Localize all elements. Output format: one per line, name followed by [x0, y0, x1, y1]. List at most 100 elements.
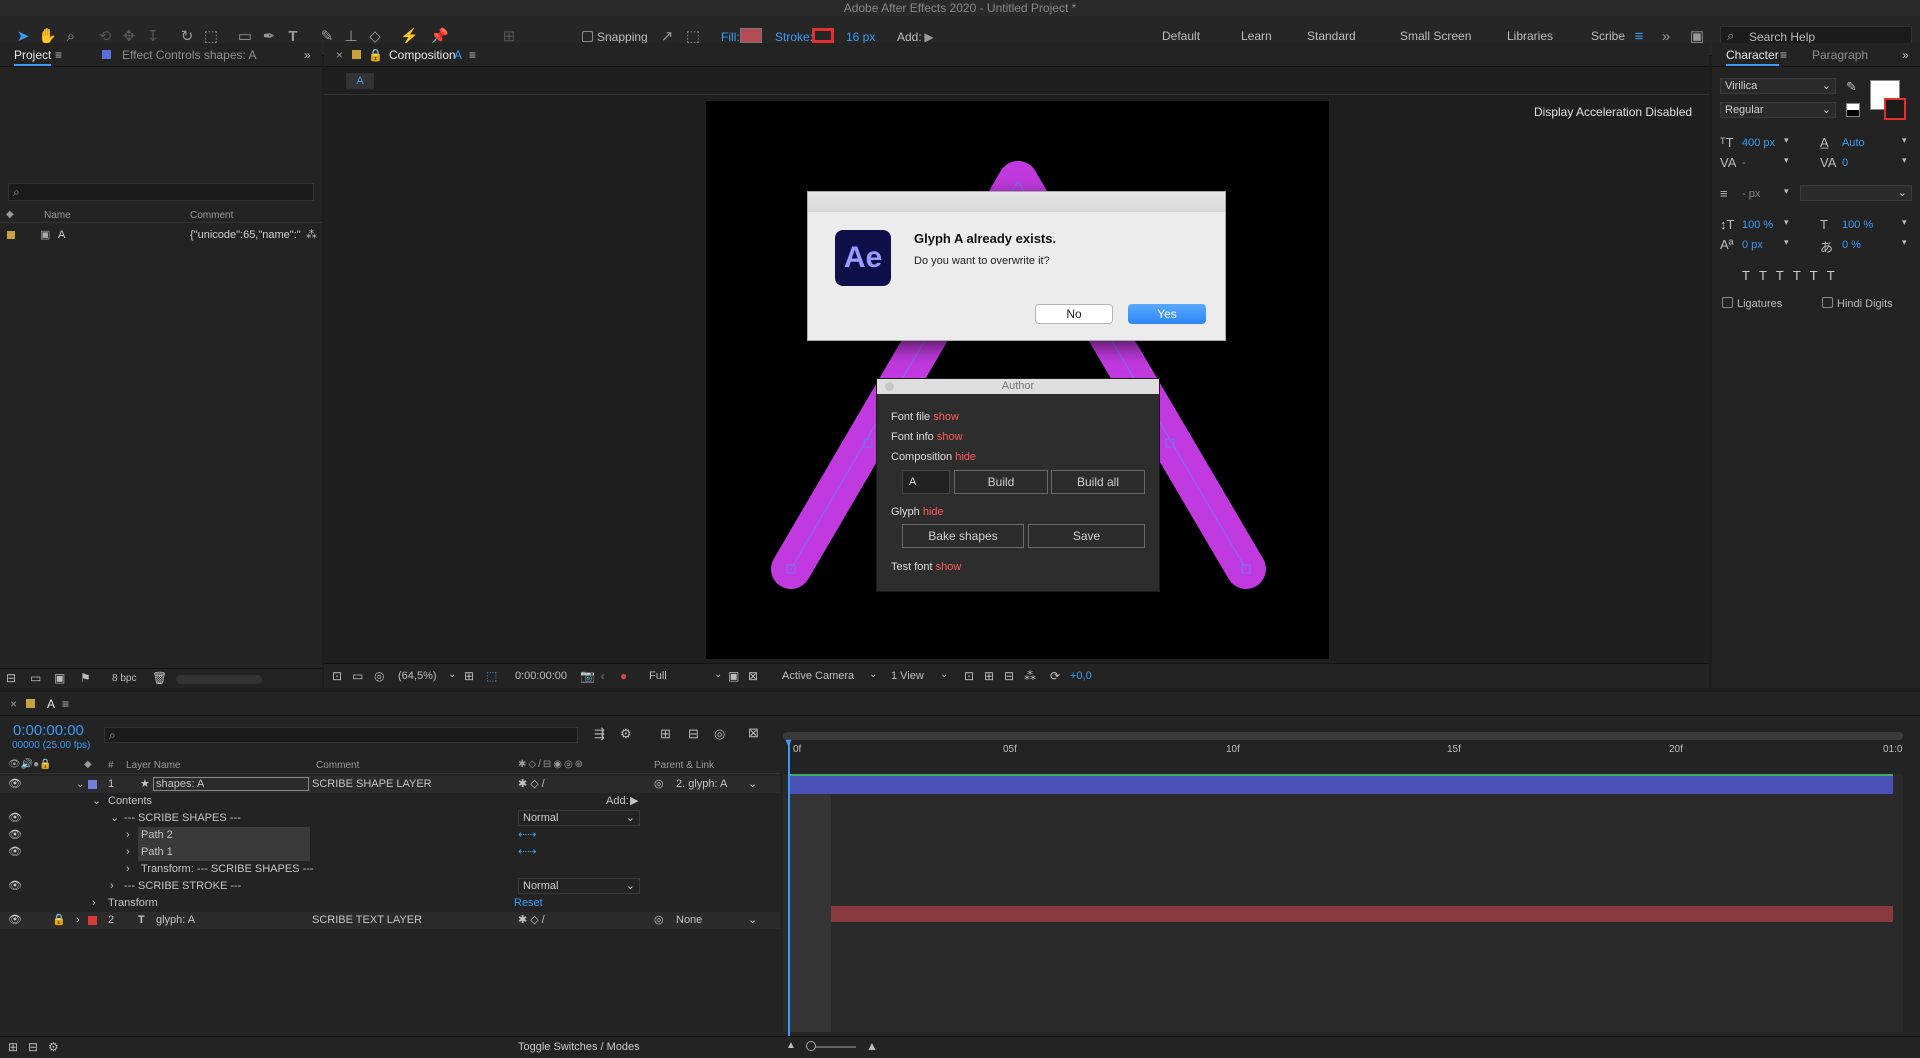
lock-icon[interactable]: 🔒 — [368, 48, 383, 62]
layer-name[interactable]: shapes: A — [153, 777, 309, 791]
visibility-eye-icon[interactable]: 👁 — [8, 912, 22, 929]
flowchart-icon[interactable]: ⁂ — [306, 228, 317, 241]
playhead-marker-icon[interactable]: ▼ — [783, 737, 794, 749]
transform-row[interactable]: › Transform Reset — [0, 895, 780, 912]
yes-button[interactable]: Yes — [1128, 304, 1206, 324]
lock-icon[interactable]: 🔒 — [52, 912, 66, 929]
close-icon[interactable] — [885, 382, 894, 391]
zoom-slider-thumb[interactable] — [806, 1041, 816, 1051]
expand-chevron-icon[interactable]: › — [76, 912, 80, 929]
exposure-reset-icon[interactable]: ⟳ — [1050, 669, 1060, 683]
stroke-style-dropdown[interactable]: ⌄ — [1800, 185, 1912, 201]
build-button[interactable]: Build — [954, 470, 1048, 494]
path2-row[interactable]: 👁 › Path 2 ⇠⇢ — [0, 827, 780, 844]
timeline-timecode[interactable]: 0:00:00:00 — [13, 722, 84, 739]
workspace-small-screen[interactable]: Small Screen — [1400, 29, 1471, 43]
font-family-dropdown[interactable]: Virilica ⌄ — [1720, 78, 1836, 94]
magnification-dropdown[interactable]: (64,5%) — [398, 670, 437, 682]
toggle-pixel-icon[interactable]: ⊡ — [964, 669, 974, 683]
interpret-footage-icon[interactable]: ⊟ — [6, 671, 16, 685]
pickwhip-icon[interactable]: ◎ — [654, 912, 664, 929]
workspace-default[interactable]: Default — [1162, 29, 1200, 43]
comp-breadcrumb[interactable]: A — [346, 73, 374, 89]
tab-paragraph[interactable]: Paragraph — [1812, 48, 1868, 62]
tsume-value[interactable]: 0 % — [1842, 239, 1861, 251]
transparency-grid-icon[interactable]: ⊠ — [748, 669, 758, 683]
tab-composition[interactable]: Composition — [389, 48, 456, 62]
expand-chevron-icon[interactable]: › — [92, 895, 96, 912]
transform-shapes-row[interactable]: › Transform: --- SCRIBE SHAPES --- — [0, 861, 780, 878]
test-font-toggle[interactable]: show — [936, 561, 962, 573]
project-search-input[interactable]: ⌕ — [8, 183, 314, 201]
column-parent[interactable]: Parent & Link — [654, 760, 714, 771]
region-icon[interactable]: ▣ — [728, 669, 739, 683]
toggle-switches-modes-button[interactable]: Toggle Switches / Modes — [518, 1041, 640, 1053]
delete-icon[interactable]: 🗑 — [152, 671, 167, 685]
timeline-icon[interactable]: ⊟ — [1004, 669, 1014, 683]
show-snapshot-icon[interactable]: ◐ — [600, 669, 607, 683]
workspace-standard[interactable]: Standard — [1307, 29, 1356, 43]
layer2-bar[interactable] — [789, 906, 1893, 922]
shy-icon[interactable]: ⊞ — [660, 726, 671, 742]
font-style-dropdown[interactable]: Regular ⌄ — [1720, 102, 1836, 118]
workspace-libraries[interactable]: Libraries — [1507, 29, 1553, 43]
playhead[interactable] — [788, 740, 790, 1040]
expand-chevron-icon[interactable]: ⌄ — [92, 793, 101, 810]
kerning-value[interactable]: - — [1742, 157, 1746, 169]
horizontal-scale-value[interactable]: 100 % — [1842, 219, 1873, 231]
panel-expand-icon[interactable]: » — [1902, 48, 1909, 62]
work-area-bar[interactable] — [783, 732, 1903, 740]
layer-row-1[interactable]: 👁 ⌄ 1 ★ shapes: A SCRIBE SHAPE LAYER ✱◇/… — [0, 776, 780, 793]
close-tab-icon[interactable]: × — [336, 48, 343, 62]
scribe-stroke-row[interactable]: 👁 › --- SCRIBE STROKE --- Normal ⌄ — [0, 878, 780, 895]
tab-timeline[interactable]: A — [47, 697, 55, 711]
composition-name-input[interactable]: A — [902, 470, 950, 494]
workspace-scribe[interactable]: Scribe — [1591, 29, 1625, 43]
timeline-menu-icon[interactable]: ≡ — [62, 697, 69, 711]
hindi-digits-checkbox[interactable]: Hindi Digits — [1822, 297, 1893, 310]
text-style-buttons[interactable]: TTTTTT — [1742, 268, 1844, 283]
parent-dropdown[interactable]: 2. glyph: A — [676, 776, 727, 793]
column-comment[interactable]: Comment — [190, 210, 233, 221]
time-ruler[interactable]: 0f 05f 10f 15f 20f 01:0 — [783, 724, 1903, 766]
render-queue-icon[interactable]: ⚑ — [80, 671, 91, 685]
exposure-value[interactable]: +0,0 — [1070, 670, 1092, 682]
layer-row-2[interactable]: 👁 🔒 › 2 T glyph: A SCRIBE TEXT LAYER ✱◇/… — [0, 912, 780, 929]
render-time-icon[interactable]: ⚙ — [48, 1040, 59, 1054]
fast-previews-icon[interactable]: ⊞ — [984, 669, 994, 683]
reset-link[interactable]: Reset — [514, 895, 543, 912]
default-colors-icon[interactable] — [1846, 103, 1860, 117]
bake-shapes-button[interactable]: Bake shapes — [902, 524, 1024, 548]
layer-switches[interactable]: ✱◇/ — [518, 912, 548, 929]
layer-switches[interactable]: ✱◇/ — [518, 776, 548, 793]
new-folder-icon[interactable]: ▭ — [30, 671, 41, 685]
add-arrow-icon[interactable]: ▶ — [630, 793, 638, 810]
fill-swatch[interactable] — [740, 28, 762, 43]
layer1-bar[interactable] — [789, 774, 1893, 794]
mask-visibility-icon[interactable]: ⬚ — [486, 669, 497, 683]
save-button[interactable]: Save — [1028, 524, 1145, 548]
timeline-search-input[interactable]: ⌕ — [104, 727, 578, 743]
parent-dropdown[interactable]: None — [676, 912, 702, 929]
graph-editor-icon[interactable]: ⊠ — [748, 725, 759, 741]
eyedropper-icon[interactable]: ✎ — [1846, 79, 1857, 95]
camera-dropdown[interactable]: Active Camera — [782, 670, 854, 682]
tab-project[interactable]: Project — [14, 48, 52, 66]
font-size-value[interactable]: 400 px — [1742, 137, 1775, 149]
tracking-value[interactable]: 0 — [1842, 157, 1848, 169]
path-direction-icon[interactable]: ⇠⇢ — [518, 844, 536, 861]
layer-label-swatch[interactable] — [88, 780, 97, 789]
bit-depth[interactable]: 8 bpc — [112, 673, 136, 684]
visibility-eye-icon[interactable]: 👁 — [8, 810, 22, 827]
vertical-scale-value[interactable]: 100 % — [1742, 219, 1773, 231]
leading-value[interactable]: Auto — [1842, 137, 1865, 149]
panel-expand-icon[interactable]: » — [304, 48, 311, 62]
expand-chevron-icon[interactable]: › — [126, 827, 130, 844]
tab-composition-name[interactable]: A — [454, 48, 462, 62]
frame-blending-icon[interactable]: ⊟ — [688, 726, 699, 742]
draft-3d-icon[interactable]: ⚙ — [620, 726, 632, 742]
track-area[interactable] — [783, 774, 1903, 1032]
visibility-eye-icon[interactable]: 👁 — [8, 776, 22, 793]
view-layout-dropdown[interactable]: 1 View — [891, 670, 924, 682]
character-menu-icon[interactable]: ≡ — [1780, 48, 1787, 62]
